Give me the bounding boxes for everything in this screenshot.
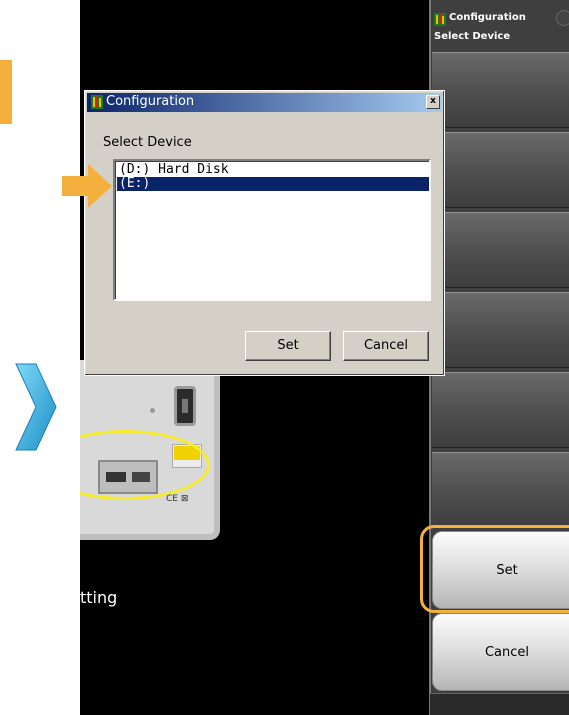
- device-item-e[interactable]: (E:): [117, 177, 429, 191]
- setting-caption: tting: [80, 588, 118, 607]
- ce-mark-logo: CE ⊠: [166, 494, 189, 504]
- next-step-arrow-icon: [15, 363, 57, 451]
- side-softkey-3[interactable]: [432, 212, 569, 288]
- bottom-strip: [430, 693, 569, 715]
- port-panel: [98, 460, 158, 494]
- device-list[interactable]: (D:) Hard Disk (E:): [113, 159, 431, 301]
- pointer-arrow-icon: [62, 164, 112, 208]
- side-softkey-4[interactable]: [432, 292, 569, 368]
- select-device-label: Select Device: [103, 135, 192, 150]
- dialog-titlebar[interactable]: Configuration x: [87, 93, 442, 112]
- config-icon: [91, 95, 103, 109]
- power-socket: [174, 386, 196, 426]
- configuration-dialog: Configuration x Select Device (D:) Hard …: [84, 90, 445, 376]
- side-menu-indicator: [556, 10, 569, 26]
- instrument-rear-panel-image: CE ⊠: [80, 360, 220, 540]
- side-softkey-1[interactable]: [432, 52, 569, 128]
- config-icon: [434, 13, 446, 26]
- side-menu-title: Configuration: [449, 12, 526, 23]
- set-button-highlight: [420, 525, 569, 613]
- left-margin: [0, 0, 80, 715]
- side-softkey-5[interactable]: [432, 372, 569, 448]
- cancel-button[interactable]: Cancel: [343, 331, 429, 361]
- side-cancel-button[interactable]: Cancel: [432, 613, 569, 691]
- set-button[interactable]: Set: [245, 331, 331, 361]
- dialog-title: Configuration: [106, 94, 195, 109]
- close-icon[interactable]: x: [426, 95, 440, 109]
- side-softkey-2[interactable]: [432, 132, 569, 208]
- screw: [150, 408, 155, 413]
- side-menu-subtitle: Select Device: [434, 31, 511, 42]
- device-item-d[interactable]: (D:) Hard Disk: [117, 163, 429, 177]
- side-softkey-6[interactable]: [432, 452, 569, 528]
- orange-marker: [0, 60, 12, 124]
